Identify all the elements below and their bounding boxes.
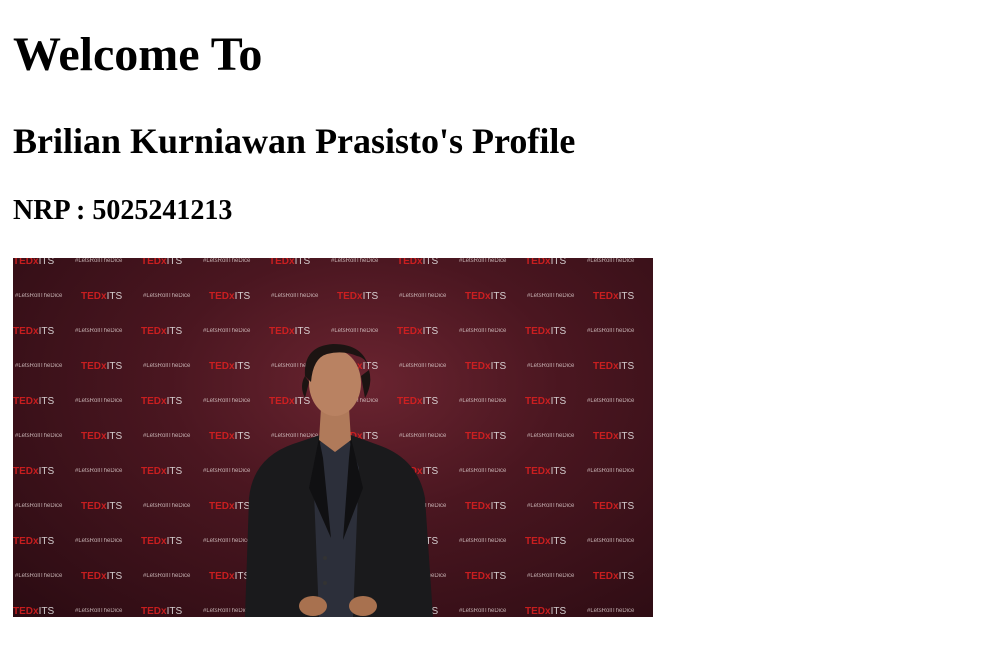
person-figure	[245, 344, 433, 617]
profile-photo: TEDxITS #LetsRollTheDice TEDxITS #LetsRollT…	[13, 258, 653, 617]
welcome-heading: Welcome To	[13, 28, 263, 81]
nrp-heading: NRP : 5025241213	[13, 195, 233, 226]
profile-name-heading: Brilian Kurniawan Prasisto's Profile	[13, 121, 576, 161]
